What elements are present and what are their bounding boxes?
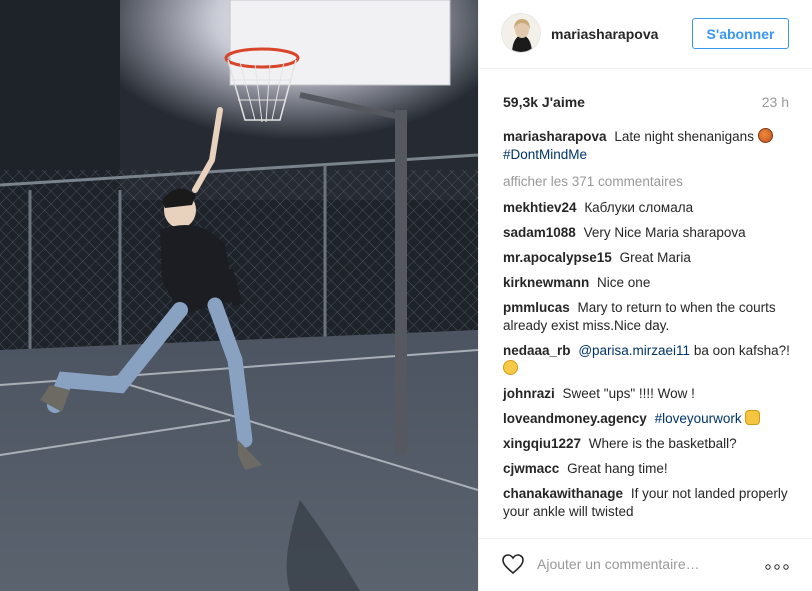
likes-count[interactable]: 59,3k J'aime [503,94,585,110]
comment-username[interactable]: cjwmacc [503,461,559,476]
view-all-comments-link[interactable]: afficher les 371 commentaires [503,173,791,191]
comment-mention[interactable]: @parisa.mirzaei11 [578,343,690,358]
caption-username[interactable]: mariasharapova [503,129,607,144]
comment-item: pmmlucas Mary to return to when the cour… [503,299,791,335]
comment-text: ba oon kafsha?! [693,343,790,358]
comment-text: Great hang time! [567,461,668,476]
post-footer [479,538,812,591]
comment-username[interactable]: johnrazi [503,386,555,401]
comment-text: Sweet "ups" !!!! Wow ! [562,386,695,401]
clapping-hands-emoji-icon [745,410,761,425]
avatar[interactable] [501,13,541,53]
comments-list: mariasharapova Late night shenanigans #D… [503,128,791,528]
heart-icon[interactable] [501,553,525,578]
comment-item: xingqiu1227 Where is the basketball? [503,435,791,453]
follow-button[interactable]: S'abonner [692,18,789,49]
comment-username[interactable]: xingqiu1227 [503,436,581,451]
avatar-image [502,14,540,52]
post-caption: mariasharapova Late night shenanigans #D… [503,128,791,164]
comment-item: kirknewmann Nice one [503,274,791,292]
comment-text: Каблуки сломала [584,200,694,215]
comment-hashtag[interactable]: #loveyourwork [655,411,742,426]
comment-text: Very Nice Maria sharapova [583,225,746,240]
comment-text: Great Maria [619,250,691,265]
caption-text: Late night shenanigans [614,129,754,144]
comment-username[interactable]: mekhtiev24 [503,200,577,215]
comment-username[interactable]: pmmlucas [503,300,570,315]
comment-item: loveandmoney.agency #loveyourwork [503,410,791,428]
post-header: mariasharapova S'abonner [479,0,812,69]
comment-item: nedaaa_rb @parisa.mirzaei11 ba oon kafsh… [503,342,791,378]
comment-item: mekhtiev24 Каблуки сломала [503,199,791,217]
comment-text: Nice one [597,275,651,290]
post-photo[interactable] [0,0,478,591]
comment-item: sadam1088 Very Nice Maria sharapova [503,224,791,242]
post-time[interactable]: 23 h [762,94,789,110]
comment-username[interactable]: chanakawithanage [503,486,623,501]
comment-username[interactable]: kirknewmann [503,275,589,290]
more-options-icon[interactable] [765,558,789,573]
comment-item: mr.apocalypse15 Great Maria [503,249,791,267]
comment-item: cjwmacc Great hang time! [503,460,791,478]
post-details-panel: mariasharapova S'abonner 59,3k J'aime 23… [478,0,812,591]
comment-username[interactable]: nedaaa_rb [503,343,571,358]
comment-username[interactable]: loveandmoney.agency [503,411,647,426]
add-comment-input[interactable] [537,554,757,574]
comment-username[interactable]: mr.apocalypse15 [503,250,612,265]
caption-hashtag[interactable]: #DontMindMe [503,147,587,162]
comment-item: chanakawithanage If your not landed prop… [503,485,791,521]
comment-item: johnrazi Sweet "ups" !!!! Wow ! [503,385,791,403]
comment-username[interactable]: sadam1088 [503,225,576,240]
post-stats: 59,3k J'aime 23 h [503,94,789,112]
photo-scene [0,0,478,591]
comment-text: Where is the basketball? [588,436,737,451]
basketball-emoji-icon [757,128,773,143]
post-username[interactable]: mariasharapova [551,26,658,42]
confused-face-emoji-icon [503,360,518,375]
